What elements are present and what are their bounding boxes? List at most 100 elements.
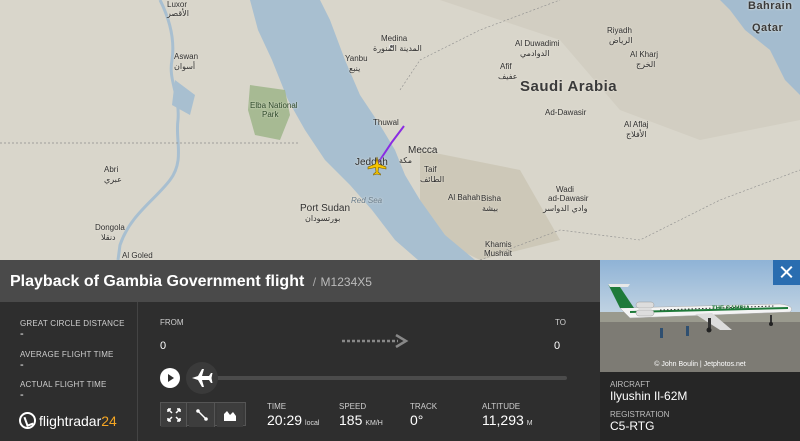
aircraft-label: AIRCRAFT xyxy=(610,380,650,389)
average-flight-time-value: - xyxy=(20,359,24,371)
map-label-bisha: Bisha xyxy=(481,194,502,203)
map-label-al-kharj: Al Kharj xyxy=(630,50,659,59)
map-label-riyadh-ar: الرياض xyxy=(609,36,633,45)
time-value: 20:29 xyxy=(267,412,303,428)
great-circle-distance-label: GREAT CIRCLE DISTANCE xyxy=(20,319,125,328)
from-value: 0 xyxy=(160,340,167,352)
map-label-afif-ar: عفيف xyxy=(498,72,518,81)
map-label-khamis: Khamis xyxy=(485,240,512,249)
map-label-port-sudan: Port Sudan xyxy=(300,203,351,214)
map-label-park: Park xyxy=(262,110,279,119)
map-label-al-bahah: Al Bahah xyxy=(448,193,481,202)
play-button[interactable] xyxy=(160,368,180,388)
map-label-al-goled: Al Goled xyxy=(122,251,153,260)
map-label-dongola: Dongola xyxy=(95,223,125,232)
time-unit: local xyxy=(305,420,320,427)
map-label-abri-ar: عبري xyxy=(104,175,122,184)
to-value: 0 xyxy=(554,340,561,352)
logo-number: 24 xyxy=(101,412,117,429)
map-label-aswan-ar: أسوان xyxy=(174,62,196,71)
altitude-unit: M xyxy=(526,420,533,427)
flightradar24-logo[interactable]: flightradar 24 xyxy=(19,412,117,429)
actual-flight-time-value: - xyxy=(20,389,24,401)
flight-title: Playback of Gambia Government flight xyxy=(10,273,305,290)
timeline-plane-icon xyxy=(192,369,213,387)
registration-value: C5-RTG xyxy=(610,419,655,433)
map-label-wadi: Wadi xyxy=(556,185,574,194)
aircraft-livery-text: THE GAMBIA xyxy=(712,306,750,312)
map-label-thuwal: Thuwal xyxy=(373,118,399,127)
fullscreen-button[interactable] xyxy=(161,403,187,427)
map-label-bahrain: Bahrain xyxy=(748,0,793,12)
map-label-luxor: Luxor xyxy=(167,0,188,9)
airplane-marker-icon[interactable] xyxy=(367,156,387,176)
map-label-yanbu-ar: ينبع xyxy=(349,64,361,73)
playback-timeline[interactable] xyxy=(205,376,567,380)
map-label-luxor-ar: الأقصر xyxy=(167,9,189,18)
altitude-value: 11,293 xyxy=(482,412,524,428)
map-label-medina: Medina xyxy=(381,34,408,43)
route-toggle-button[interactable] xyxy=(189,403,215,427)
map-label-elba: Elba National xyxy=(250,101,298,110)
map-label-al-aflaj: Al Aflaj xyxy=(624,120,649,129)
map-label-taif-ar: الطائف xyxy=(420,175,445,184)
map-label-al-duwadimi-ar: الدوادمي xyxy=(520,49,550,58)
registration-label: REGISTRATION xyxy=(610,410,670,419)
average-flight-time-label: AVERAGE FLIGHT TIME xyxy=(20,350,114,359)
map-label-al-aflaj-ar: الأفلاج xyxy=(626,130,647,139)
altitude-value-wrap: 11,293 M xyxy=(482,412,533,428)
map-controls-group xyxy=(160,402,246,427)
route-icon xyxy=(196,409,208,421)
time-label: TIME xyxy=(267,402,287,411)
map-label-afif: Afif xyxy=(500,62,512,71)
title-separator: / xyxy=(312,275,317,289)
map-label-mecca-ar: مكة xyxy=(399,156,412,165)
track-label: TRACK xyxy=(410,402,438,411)
to-label: TO xyxy=(555,318,566,327)
route-arrow-icon xyxy=(342,334,409,348)
map-label-dongola-ar: دنقلا xyxy=(101,233,116,242)
chart-icon xyxy=(224,411,236,421)
great-circle-distance-value: - xyxy=(20,328,24,340)
flight-info-panel: GREAT CIRCLE DISTANCE - AVERAGE FLIGHT T… xyxy=(0,302,600,441)
map-label-ad-dawasir: Ad-Dawasir xyxy=(545,108,587,117)
from-label: FROM xyxy=(160,318,184,327)
map-label-mushait: Mushait xyxy=(484,249,513,258)
track-value: 0° xyxy=(410,412,424,428)
timeline-handle[interactable] xyxy=(186,362,218,394)
close-button[interactable] xyxy=(773,260,800,285)
expand-icon xyxy=(167,408,181,422)
map-label-mecca: Mecca xyxy=(408,145,438,156)
map-label-saudi-arabia: Saudi Arabia xyxy=(520,78,618,95)
aircraft-panel: THE GAMBIA © John Boulin | Jetphotos.net… xyxy=(600,260,800,441)
photo-credit[interactable]: © John Boulin | Jetphotos.net xyxy=(600,361,800,368)
map-label-red-sea: Red Sea xyxy=(351,196,383,205)
map-label-port-sudan-ar: بورتسودان xyxy=(305,214,341,223)
flightradar24-logo-icon xyxy=(19,412,36,429)
map-label-al-duwadimi: Al Duwadimi xyxy=(515,39,560,48)
aircraft-photo[interactable]: THE GAMBIA © John Boulin | Jetphotos.net xyxy=(600,260,800,372)
speed-value: 185 xyxy=(339,412,363,428)
aircraft-photo-image xyxy=(600,260,800,372)
speed-value-wrap: 185 KM/H xyxy=(339,412,383,428)
flight-summary-column: GREAT CIRCLE DISTANCE - AVERAGE FLIGHT T… xyxy=(0,302,138,441)
map-label-taif: Taif xyxy=(424,165,437,174)
map-label-riyadh: Riyadh xyxy=(607,26,632,35)
map-label-medina-ar: المدينة المنورة xyxy=(373,44,422,53)
altitude-label: ALTITUDE xyxy=(482,402,521,411)
time-value-wrap: 20:29 local xyxy=(267,412,319,428)
speed-label: SPEED xyxy=(339,402,367,411)
flight-title-bar: Playback of Gambia Government flight / M… xyxy=(0,260,600,302)
speed-unit: KM/H xyxy=(365,420,383,427)
map-label-al-kharj-ar: الخرج xyxy=(636,60,656,69)
map-label-abri: Abri xyxy=(104,165,119,174)
flight-callsign: M1234X5 xyxy=(320,275,372,289)
map-label-bisha-ar: بيشة xyxy=(482,204,499,213)
altitude-graph-button[interactable] xyxy=(217,403,243,427)
map[interactable]: Bahrain Qatar Saudi Arabia Luxor الأقصر … xyxy=(0,0,800,260)
actual-flight-time-label: ACTUAL FLIGHT TIME xyxy=(20,380,107,389)
map-label-ad-dawasir-2: ad-Dawasir xyxy=(548,194,589,203)
map-label-qatar: Qatar xyxy=(752,22,784,34)
map-label-aswan: Aswan xyxy=(174,52,199,61)
map-label-yanbu: Yanbu xyxy=(345,54,368,63)
